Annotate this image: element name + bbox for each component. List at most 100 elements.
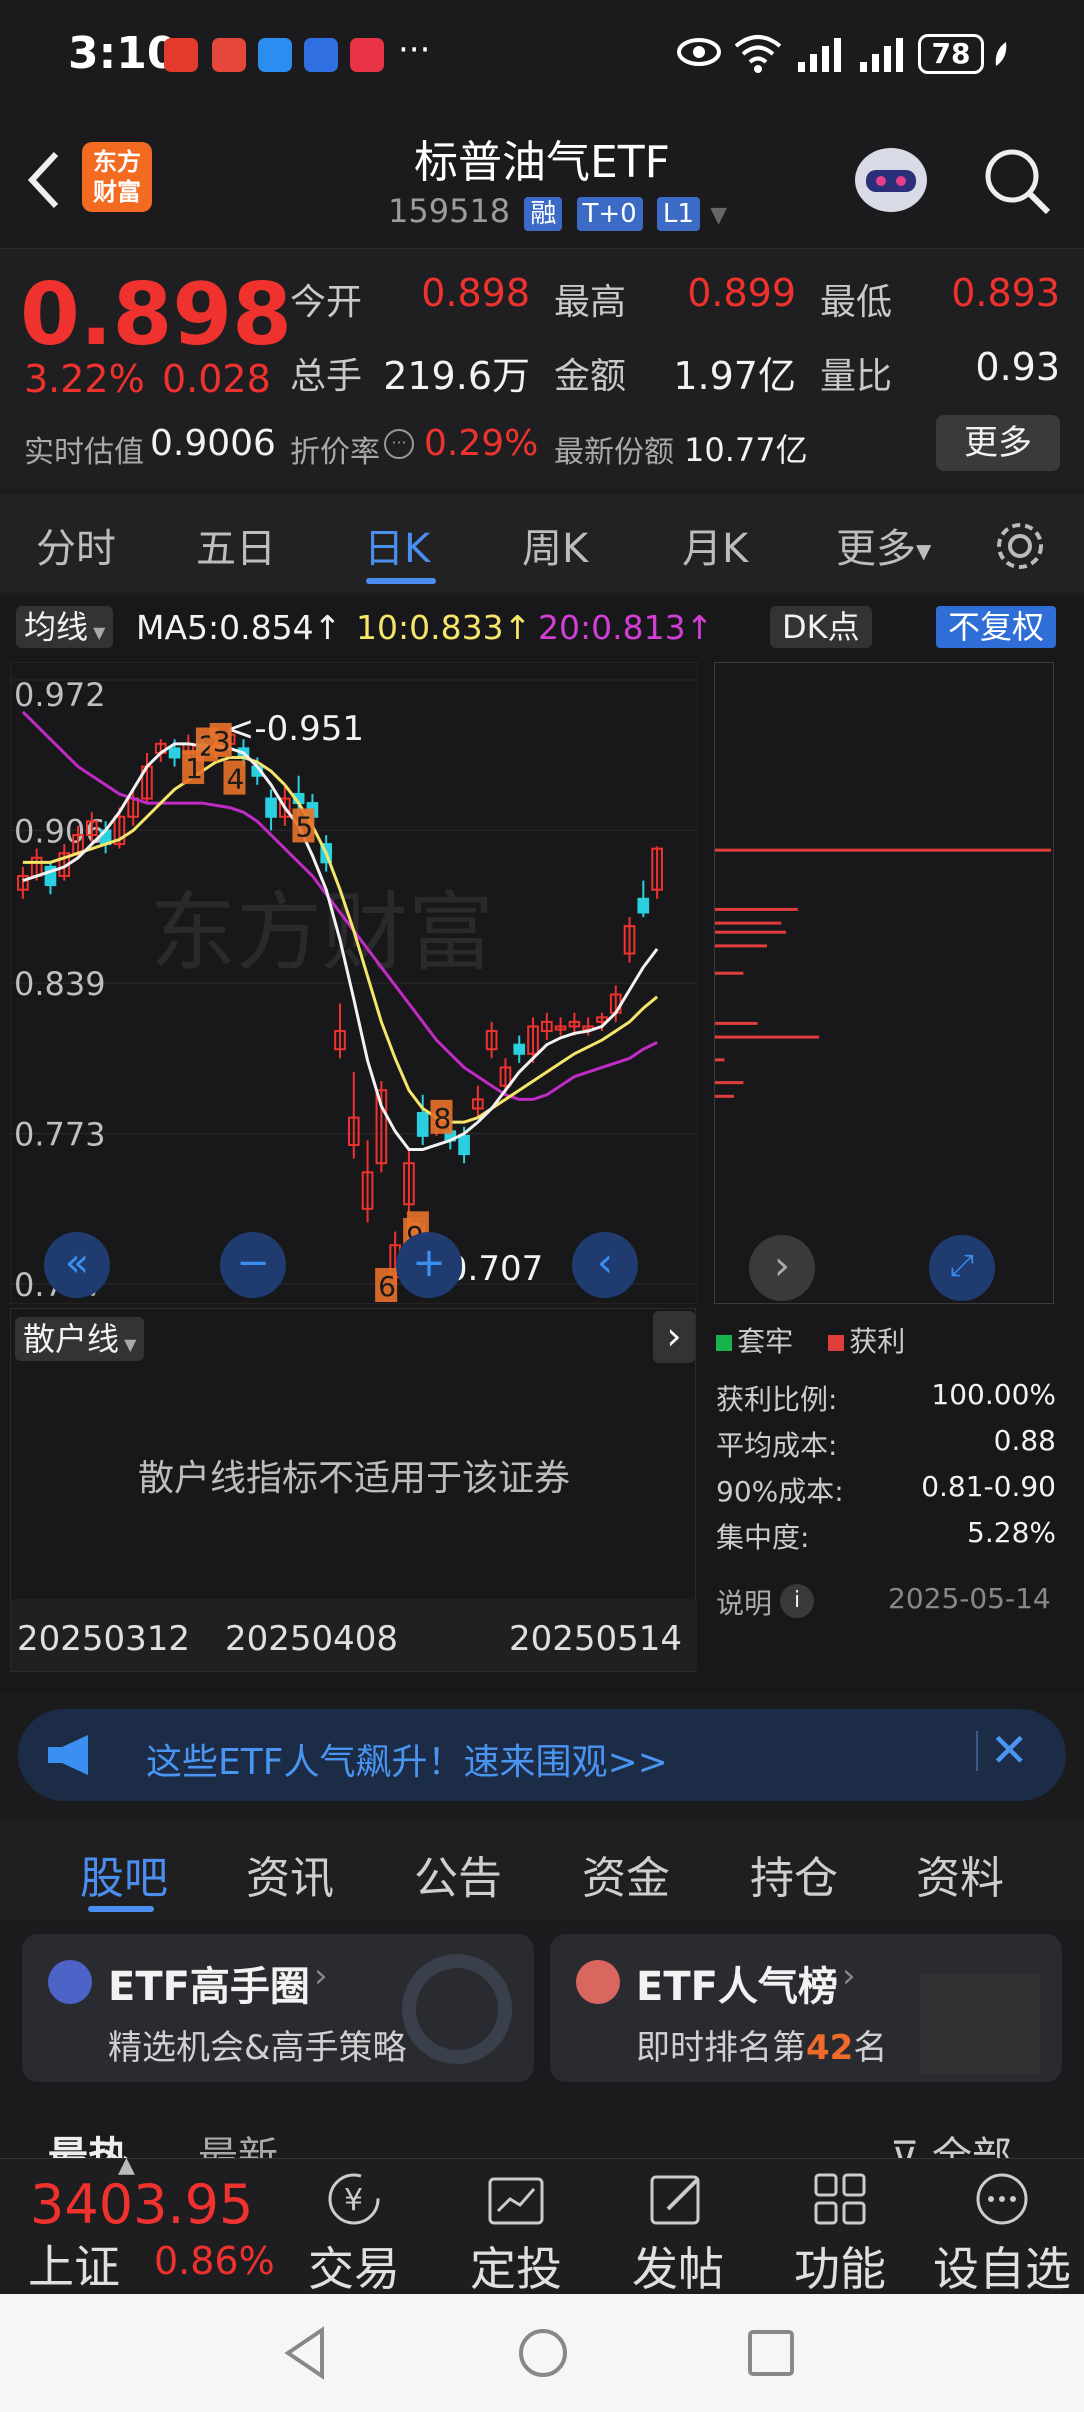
date-tick: 20250408 <box>225 1619 399 1659</box>
adjust-button[interactable]: 不复权 <box>936 606 1057 648</box>
watermark: 东方财富 <box>150 883 494 983</box>
chip-bar <box>715 1094 734 1098</box>
wifi-icon <box>734 35 782 73</box>
ma10-value: 10:0.833↑ <box>356 608 532 647</box>
chart-area: 均线 ▼ MA5:0.854↑ 10:0.833↑ 20:0.813↑ DK点 … <box>0 598 1084 1693</box>
chip-bar <box>715 1035 820 1039</box>
invest-chart-icon <box>488 2177 544 2225</box>
tab-holdings[interactable]: 持仓 <box>750 1842 838 1906</box>
nav-add-watchlist[interactable]: 设自选 <box>922 2171 1082 2299</box>
nav-post[interactable]: 发帖 <box>598 2171 758 2299</box>
banner-text[interactable]: 这些ETF人气飙升！速来围观>> <box>146 1733 668 1785</box>
shares-value: 10.77亿 <box>684 431 808 469</box>
chip-next-button[interactable]: › <box>749 1235 815 1301</box>
index-name[interactable]: 上证 <box>28 2231 120 2297</box>
card-subtitle: 精选机会&高手策略 <box>108 2028 407 2068</box>
tab-monthly-k[interactable]: 月K <box>682 516 748 574</box>
info-icon[interactable]: i <box>780 1584 814 1618</box>
decorative-ring-icon <box>402 1954 512 2064</box>
amount-value: 1.97亿 <box>673 354 796 398</box>
recents-square-icon[interactable] <box>746 2328 796 2378</box>
tab-news[interactable]: 资讯 <box>246 1842 334 1906</box>
chip-bar <box>715 848 1051 852</box>
tab-intraday[interactable]: 分时 <box>36 516 116 574</box>
chip-date: 2025-05-14 <box>888 1582 1051 1615</box>
index-value[interactable]: 3403.95 <box>30 2173 253 2236</box>
more-notifications: ··· <box>398 30 431 70</box>
profit-label: 获利 <box>849 1325 906 1358</box>
volume-value: 219.6万 <box>383 354 530 398</box>
dropdown-caret-icon[interactable]: ▼ <box>710 203 727 228</box>
chip-stat-row: 90%成本: 0.81-0.90 <box>716 1470 1056 1508</box>
nav-invest[interactable]: 定投 <box>436 2171 596 2299</box>
y-tick-label: 0.972 <box>14 676 106 714</box>
etf-popularity-card[interactable]: ETF人气榜 › 即时排名第42名 <box>550 1934 1062 2082</box>
scroll-start-button[interactable]: « <box>44 1232 110 1298</box>
t0-tag: T+0 <box>576 197 643 231</box>
rank-number: 42 <box>806 2028 854 2068</box>
chip-stats: 获利比例: 100.00% 平均成本: 0.88 90%成本: 0.81-0.90 集… <box>716 1378 1056 1562</box>
low-label: 最低 <box>820 282 893 323</box>
tab-five-day[interactable]: 五日 <box>196 516 276 574</box>
nine-turn-marker: 6 <box>378 1270 396 1303</box>
volume-ratio-value: 0.93 <box>975 345 1060 389</box>
chip-bar <box>715 971 744 975</box>
chevron-right-icon: › <box>314 1956 328 1996</box>
period-tabs: 分时 五日 日K 周K 月K 更多▼ <box>0 494 1084 592</box>
tab-funds[interactable]: 资金 <box>582 1842 670 1906</box>
zoom-out-button[interactable]: − <box>220 1232 286 1298</box>
etf-expert-circle-card[interactable]: ETF高手圈 › 精选机会&高手策略 <box>22 1934 534 2082</box>
more-dots-icon <box>976 2173 1028 2225</box>
nav-trade[interactable]: ¥ 交易 <box>274 2171 434 2299</box>
zoom-in-button[interactable]: + <box>396 1232 462 1298</box>
tab-guba[interactable]: 股吧 <box>80 1842 168 1906</box>
tab-profile[interactable]: 资料 <box>916 1842 1004 1906</box>
back-triangle-icon[interactable] <box>282 2326 330 2380</box>
charging-leaf-icon <box>995 42 1007 66</box>
y-tick-label: 0.839 <box>14 965 106 1003</box>
tab-more[interactable]: 更多▼ <box>836 516 931 574</box>
app-notification-icon <box>350 38 384 72</box>
status-bar: 3:10 ··· 78 <box>0 0 1084 110</box>
robot-assistant-icon[interactable] <box>848 140 934 220</box>
retail-line-selector[interactable]: 散户线 ▼ <box>15 1317 145 1361</box>
promo-banner[interactable]: 这些ETF人气飙升！速来围观>> ✕ <box>0 1705 1084 1805</box>
dk-point-selector[interactable]: DK点 <box>770 606 872 648</box>
more-button[interactable]: 更多 <box>936 415 1060 471</box>
chip-bar <box>715 944 768 948</box>
card-subtitle: 即时排名第42名 <box>636 2028 888 2068</box>
candlestick-chart[interactable]: 0.9720.9060.8390.7730.707东方财富<-0.951<-0.… <box>10 662 698 1304</box>
date-tick: 20250312 <box>17 1619 191 1659</box>
chip-bar <box>715 1058 725 1062</box>
chip-bar <box>715 907 798 911</box>
chip-bar <box>715 1021 758 1025</box>
ma-selector[interactable]: 均线 ▼ <box>16 606 114 648</box>
tab-weekly-k[interactable]: 周K <box>522 516 588 574</box>
estimate-value: 0.9006 <box>150 423 276 464</box>
active-tab-indicator <box>88 1906 154 1912</box>
change-percent: 3.22% <box>24 357 145 401</box>
candle-body <box>265 797 277 818</box>
tab-announcements[interactable]: 公告 <box>414 1842 502 1906</box>
fund-code-row: 159518 融 T+0 L1 ▼ <box>388 192 727 231</box>
app-notification-icon <box>212 38 246 72</box>
close-icon[interactable]: ✕ <box>990 1723 1029 1777</box>
expand-arrow-icon[interactable]: › <box>653 1311 695 1363</box>
signal-icon <box>860 38 903 72</box>
banner-divider <box>976 1731 978 1771</box>
home-circle-icon[interactable] <box>516 2326 570 2380</box>
tab-daily-k[interactable]: 日K <box>364 516 430 574</box>
settings-gear-icon[interactable] <box>992 518 1048 574</box>
expand-icon[interactable]: ⤢ <box>929 1235 995 1301</box>
retail-line-message: 散户线指标不适用于该证券 <box>137 1458 570 1499</box>
chip-stat-row: 平均成本: 0.88 <box>716 1424 1056 1462</box>
search-icon[interactable] <box>982 146 1052 216</box>
nine-turn-marker: 3 <box>213 725 231 758</box>
y-tick-label: 0.773 <box>14 1116 106 1154</box>
scroll-left-button[interactable]: ‹ <box>572 1232 638 1298</box>
nine-turn-marker: 8 <box>434 1102 452 1135</box>
margin-tag: 融 <box>524 197 563 231</box>
info-dots-icon[interactable]: ··· <box>384 429 414 459</box>
nav-functions[interactable]: 功能 <box>760 2171 920 2299</box>
low-value: 0.893 <box>951 271 1060 315</box>
